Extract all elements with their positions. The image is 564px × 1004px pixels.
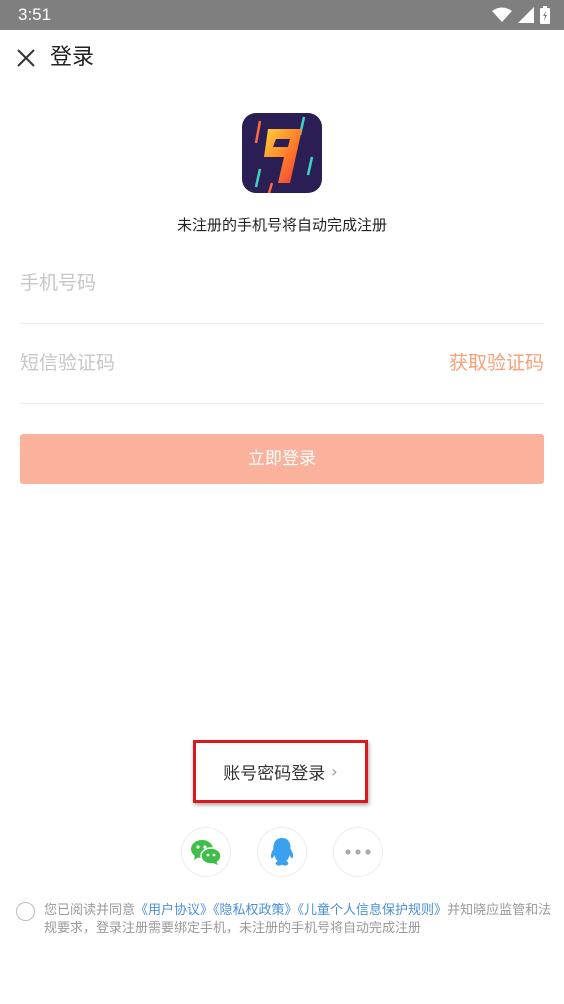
phone-input[interactable] xyxy=(20,244,400,322)
more-login-options-button[interactable] xyxy=(333,827,383,877)
qq-login-button[interactable] xyxy=(257,827,307,877)
sms-code-input[interactable] xyxy=(20,324,400,402)
chevron-right-icon: › xyxy=(331,762,338,781)
app-logo-image xyxy=(242,113,322,193)
agreement-text: 您已阅读并同意《用户协议》《隐私权政策》《儿童个人信息保护规则》并知晓应监管和法… xyxy=(44,902,554,938)
agreement-prefix: 您已阅读并同意 xyxy=(44,903,136,918)
agreement-checkbox[interactable] xyxy=(16,902,35,921)
close-button[interactable] xyxy=(12,44,40,72)
app-logo xyxy=(242,113,322,193)
app-bar: 登录 xyxy=(0,30,564,86)
login-button[interactable]: 立即登录 xyxy=(20,434,544,484)
phone-field-row xyxy=(20,244,544,324)
status-bar: 3:51 xyxy=(0,0,564,30)
battery-icon xyxy=(540,6,550,24)
qq-icon xyxy=(270,838,294,866)
wifi-icon xyxy=(492,7,512,22)
status-time: 3:51 xyxy=(18,5,52,24)
user-agreement-link[interactable]: 《用户协议》 xyxy=(135,903,213,918)
child-privacy-link[interactable]: 《儿童个人信息保护规则》 xyxy=(298,903,448,918)
wechat-login-button[interactable] xyxy=(181,827,231,877)
wechat-icon xyxy=(191,840,222,865)
account-password-login-label: 账号密码登录 xyxy=(223,764,326,784)
signal-icon xyxy=(518,7,534,23)
sms-field-row: 获取验证码 xyxy=(20,324,544,404)
more-icon xyxy=(345,849,371,855)
page-title: 登录 xyxy=(50,45,95,70)
account-password-login-button[interactable]: 账号密码登录 › xyxy=(193,740,368,803)
get-code-button[interactable]: 获取验证码 xyxy=(449,324,544,402)
privacy-policy-link[interactable]: 《隐私权政策》 xyxy=(213,903,298,918)
register-hint: 未注册的手机号将自动完成注册 xyxy=(176,216,387,234)
status-icons xyxy=(492,6,550,24)
close-icon xyxy=(17,49,35,67)
